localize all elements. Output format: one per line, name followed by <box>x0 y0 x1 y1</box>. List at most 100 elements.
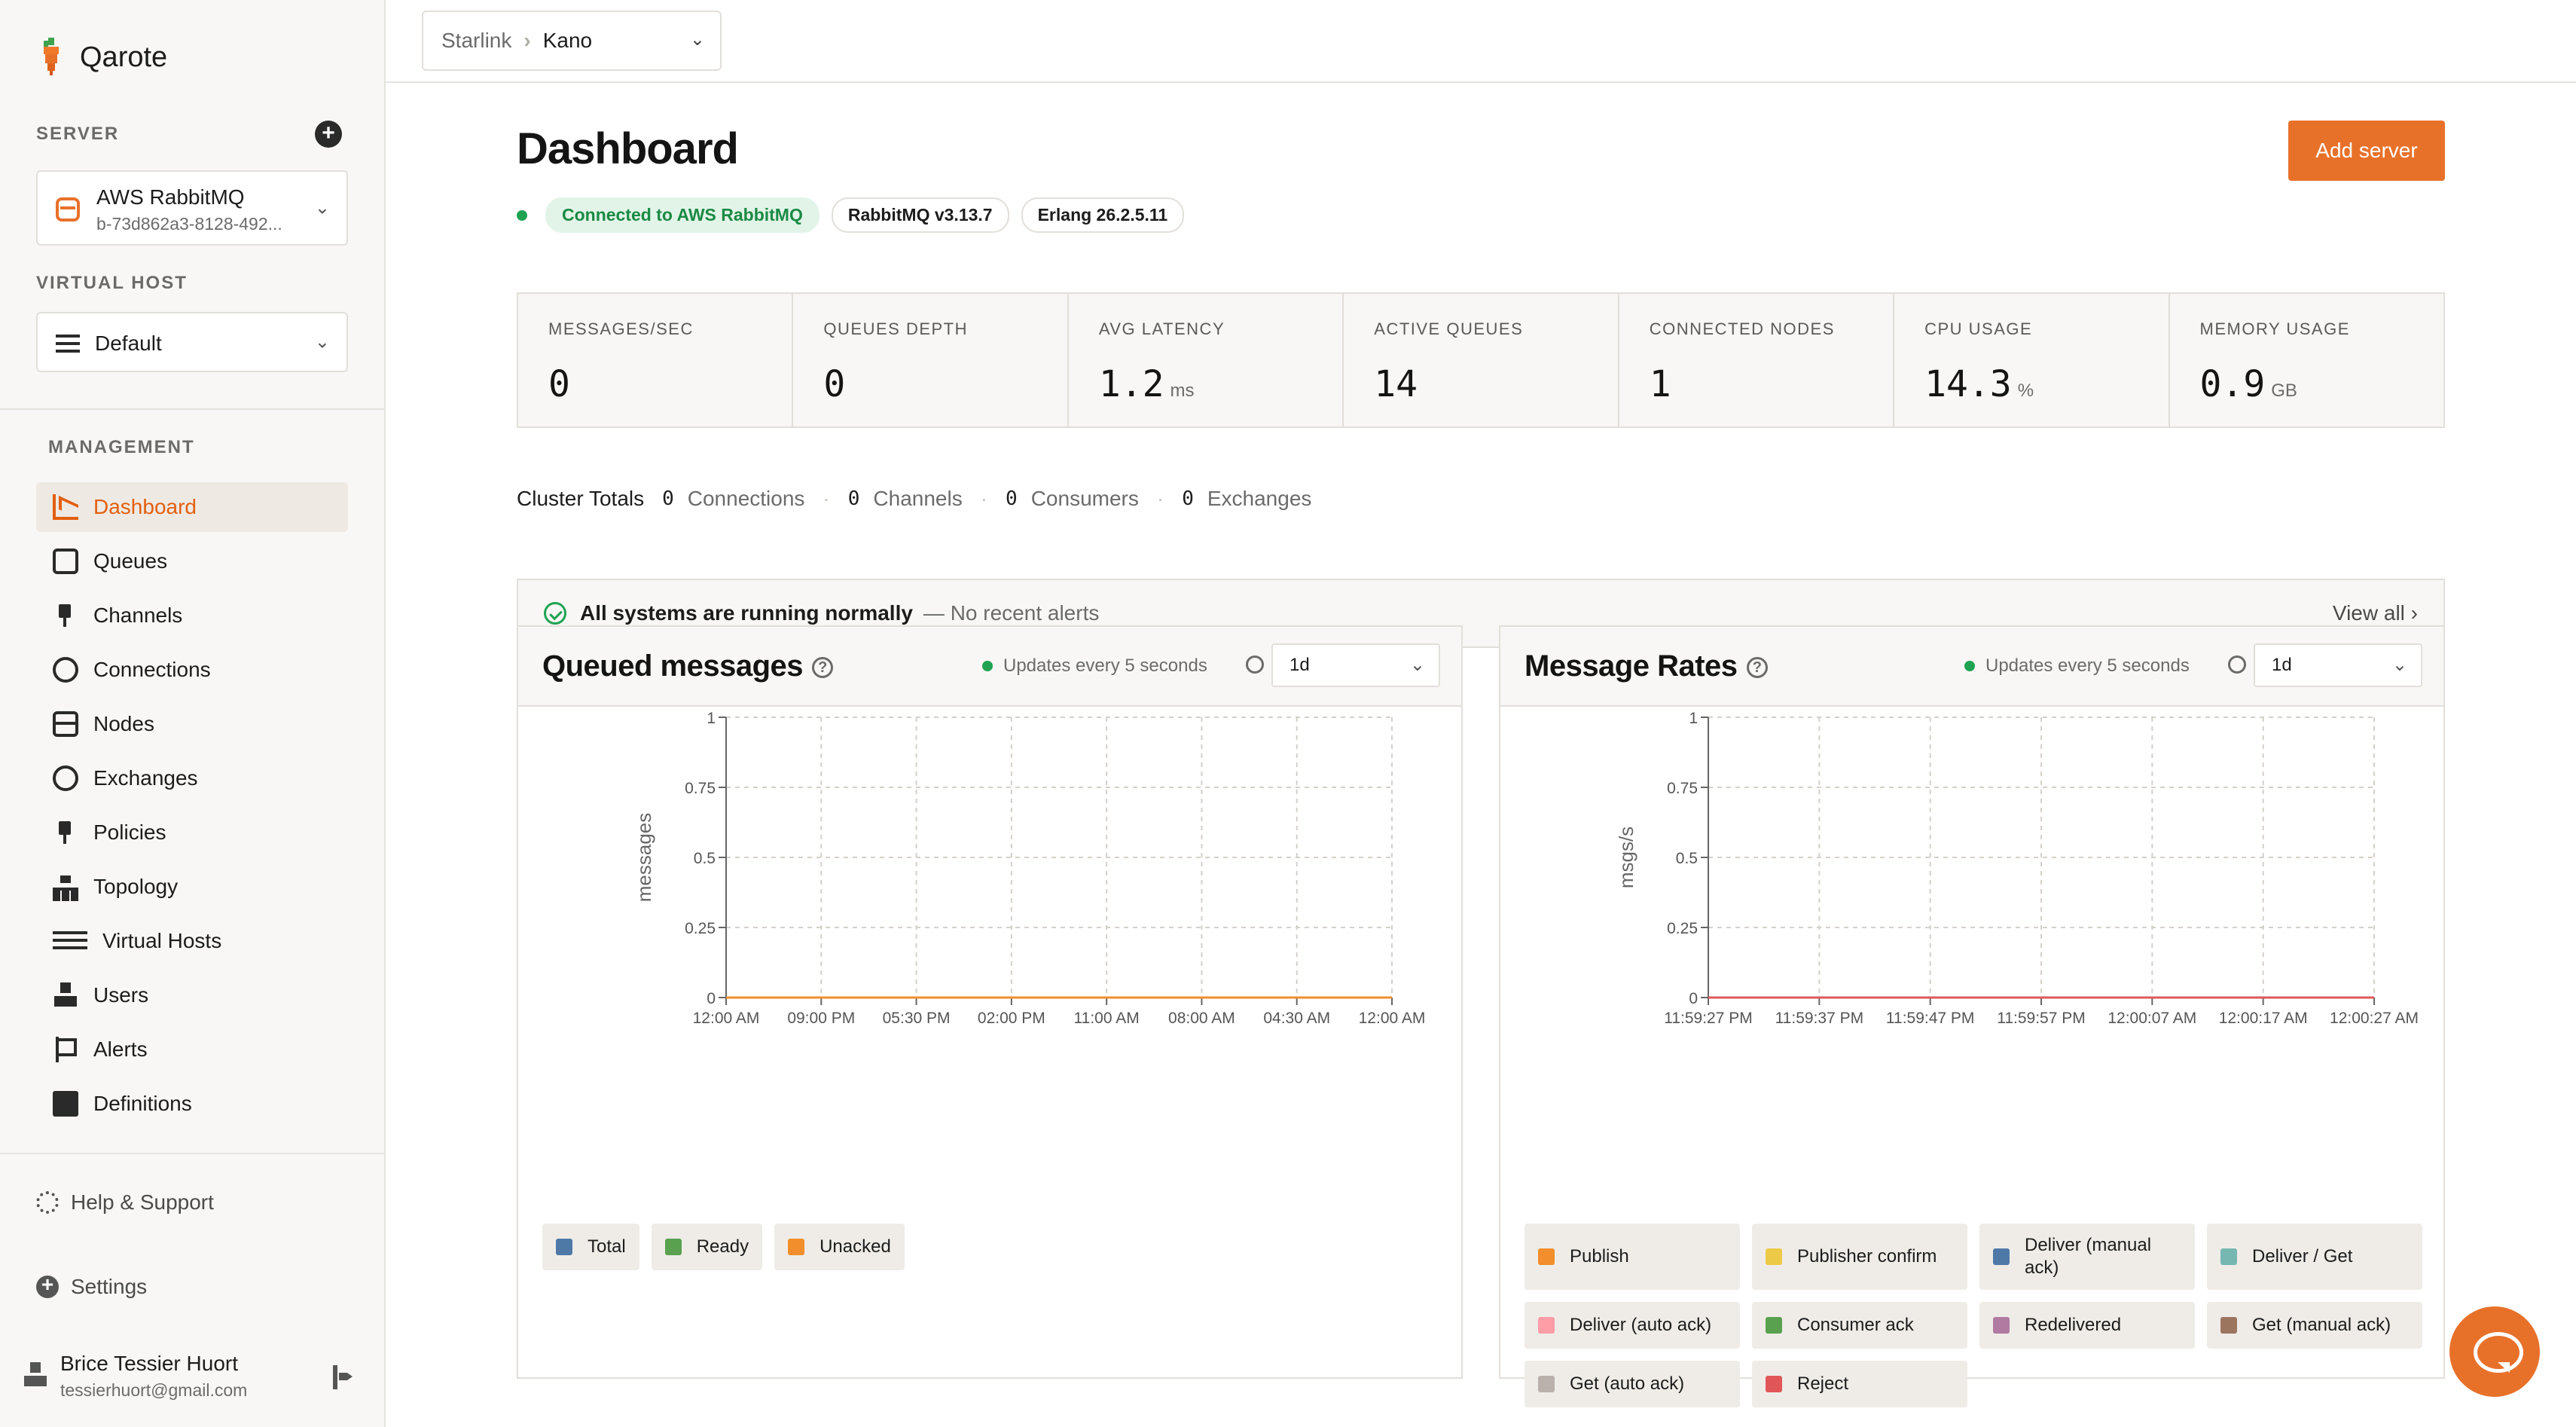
sidebar-item-label: Channels <box>93 603 183 627</box>
brand[interactable]: Qarote <box>39 38 167 77</box>
panel-title: Queued messages? <box>542 649 833 683</box>
add-server-button[interactable]: Add server <box>2288 121 2445 181</box>
sidebar-item-label: Users <box>93 983 149 1007</box>
user-profile[interactable]: Brice Tessier Huort tessierhuort@gmail.c… <box>24 1346 363 1406</box>
y-tick-label: 0.25 <box>685 920 716 937</box>
policy-icon <box>53 820 78 845</box>
legend-item[interactable]: Deliver (manual ack) <box>1979 1224 2195 1290</box>
y-tick-label: 0 <box>1689 990 1698 1007</box>
y-tick-label: 0.5 <box>694 850 716 867</box>
logout-icon[interactable] <box>333 1365 353 1389</box>
y-tick-label: 0.75 <box>685 780 716 797</box>
sidebar-nav: Dashboard Queues Channels Connections No… <box>36 482 348 1133</box>
x-tick-label: 11:59:27 PM <box>1664 1010 1753 1027</box>
workspace-switcher[interactable]: Starlink › Kano ⌄ <box>422 11 722 71</box>
legend-label: Get (auto ack) <box>1570 1374 1685 1394</box>
legend-item[interactable]: Publish <box>1525 1224 1740 1290</box>
user-name: Brice Tessier Huort <box>60 1352 239 1375</box>
legend-label: Reject <box>1797 1374 1849 1394</box>
connection-status-badge: Connected to AWS RabbitMQ <box>545 197 819 233</box>
menu-icon <box>56 335 80 353</box>
app-name: Qarote <box>80 41 168 73</box>
sidebar-item-definitions[interactable]: Definitions <box>36 1079 348 1129</box>
help-support-link[interactable]: Help & Support <box>36 1190 214 1215</box>
server-icon <box>53 711 78 737</box>
help-icon[interactable]: ? <box>812 657 833 679</box>
legend-swatch <box>1766 1248 1782 1265</box>
sidebar-item-virtual-hosts[interactable]: Virtual Hosts <box>36 916 348 966</box>
panel-header: Queued messages? Updates every 5 seconds… <box>518 627 1461 707</box>
legend-label: Publisher confirm <box>1797 1246 1937 1267</box>
queued-messages-chart: 0 0.25 0.5 0.75 1 12:00 AM 09:00 PM 05:30 PM 02:… <box>633 710 1425 1027</box>
page-title: Dashboard <box>517 124 739 173</box>
time-range-select[interactable]: 1d ⌄ <box>2254 643 2422 687</box>
legend-item[interactable]: Total <box>542 1224 639 1270</box>
chat-support-icon[interactable] <box>2449 1306 2540 1397</box>
help-icon[interactable]: ? <box>1746 657 1768 679</box>
rabbitmq-version-badge: RabbitMQ v3.13.7 <box>831 197 1009 233</box>
stat-value: 0.9 GB <box>2199 363 2297 405</box>
legend-label: Consumer ack <box>1797 1315 1914 1335</box>
add-server-icon[interactable]: + <box>315 121 342 148</box>
user-icon <box>53 982 78 1008</box>
lifebuoy-icon <box>36 1191 59 1214</box>
y-axis-label: msgs/s <box>1615 827 1637 888</box>
sidebar-item-policies[interactable]: Policies <box>36 808 348 857</box>
sidebar-item-alerts[interactable]: Alerts <box>36 1025 348 1074</box>
cluster-totals-label: Cluster Totals <box>517 487 645 510</box>
legend-label: Total <box>588 1236 626 1257</box>
stat-card: CPU USAGE 14.3% <box>1894 294 2170 426</box>
legend-item[interactable]: Get (auto ack) <box>1525 1361 1740 1407</box>
legend-label: Redelivered <box>2025 1315 2122 1335</box>
sidebar-item-users[interactable]: Users <box>36 970 348 1020</box>
sidebar-item-exchanges[interactable]: Exchanges <box>36 753 348 803</box>
server-select[interactable]: AWS RabbitMQ b-73d862a3-8128-492... ⌄ <box>36 170 348 246</box>
sidebar-item-label: Alerts <box>93 1037 148 1061</box>
stat-card: QUEUES DEPTH 0 <box>793 294 1069 426</box>
queued-messages-panel: Queued messages? Updates every 5 seconds… <box>517 625 1463 1379</box>
view-all-alerts-link[interactable]: View all › <box>2333 601 2418 625</box>
x-tick-label: 11:59:57 PM <box>1997 1010 2086 1027</box>
legend-item[interactable]: Consumer ack <box>1752 1302 1967 1349</box>
separator-dot: · <box>1156 487 1164 510</box>
legend-item[interactable]: Ready <box>651 1224 763 1270</box>
legend-item[interactable]: Deliver (auto ack) <box>1525 1302 1740 1349</box>
stat-value: 0 <box>548 363 570 405</box>
total-label: Consumers <box>1030 487 1139 510</box>
total-value: 0 <box>662 487 674 510</box>
sidebar-item-channels[interactable]: Channels <box>36 591 348 640</box>
total-label: Exchanges <box>1207 487 1312 510</box>
time-range-select[interactable]: 1d ⌄ <box>1271 643 1440 687</box>
sidebar-item-topology[interactable]: Topology <box>36 862 348 912</box>
x-tick-label: 05:30 PM <box>883 1010 951 1027</box>
list-icon <box>53 928 87 954</box>
legend-swatch <box>664 1239 682 1255</box>
legend-item[interactable]: Get (manual ack) <box>2207 1302 2422 1349</box>
clock-icon <box>2228 655 2246 674</box>
sidebar-item-connections[interactable]: Connections <box>36 645 348 695</box>
legend-item[interactable]: Unacked <box>774 1224 905 1270</box>
sidebar-item-nodes[interactable]: Nodes <box>36 699 348 749</box>
alert-message: All systems are running normally <box>580 601 913 625</box>
update-frequency: Updates every 5 seconds <box>1964 655 2190 677</box>
legend-swatch <box>788 1239 805 1255</box>
topbar: Starlink › Kano ⌄ <box>386 0 2576 83</box>
breadcrumb-workspace: Starlink <box>441 29 512 52</box>
stat-label: MEMORY USAGE <box>2199 319 2350 338</box>
stat-unit: GB <box>2271 380 2297 401</box>
y-tick-label: 1 <box>707 710 716 727</box>
stat-value: 0 <box>823 363 846 405</box>
sidebar-item-label: Connections <box>93 658 211 681</box>
panel-title: Message Rates? <box>1525 649 1768 683</box>
sidebar-item-queues[interactable]: Queues <box>36 536 348 586</box>
legend-item[interactable]: Publisher confirm <box>1752 1224 1967 1290</box>
settings-link[interactable]: Settings <box>36 1273 147 1299</box>
legend-item[interactable]: Deliver / Get <box>2207 1224 2422 1290</box>
chip-icon <box>53 1091 78 1117</box>
y-tick-label: 0 <box>707 990 716 1007</box>
sidebar-item-dashboard[interactable]: Dashboard <box>36 482 348 532</box>
legend-item[interactable]: Reject <box>1752 1361 1967 1407</box>
legend-item[interactable]: Redelivered <box>1979 1302 2195 1349</box>
live-dot-icon <box>1964 661 1975 671</box>
vhost-select[interactable]: Default ⌄ <box>36 312 348 372</box>
